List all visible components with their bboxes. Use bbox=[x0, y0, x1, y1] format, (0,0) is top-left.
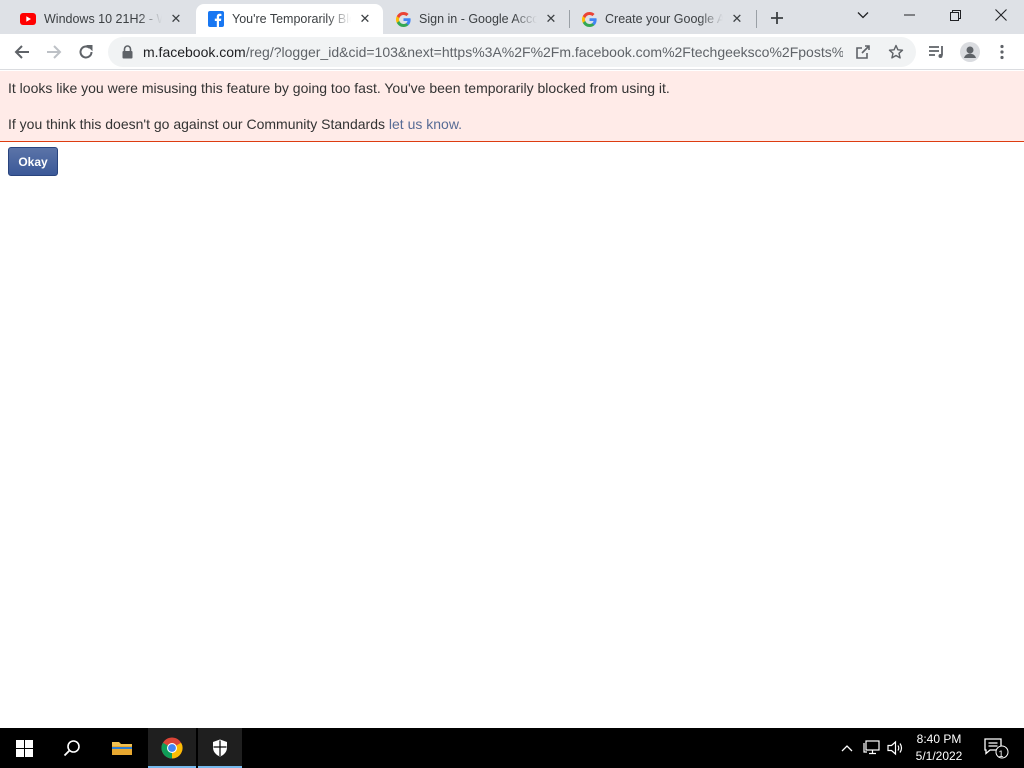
tab-google-signin[interactable]: Sign in - Google Accounts ✕ bbox=[383, 4, 569, 34]
tab-title: Create your Google Account bbox=[605, 12, 723, 26]
restore-icon bbox=[949, 9, 961, 21]
windows-logo-icon bbox=[15, 739, 33, 757]
forward-button[interactable] bbox=[40, 38, 68, 66]
minimize-icon bbox=[903, 14, 915, 16]
new-tab-button[interactable] bbox=[763, 6, 791, 30]
url-text[interactable]: m.facebook.com/reg/?logger_id&cid=103&ne… bbox=[143, 44, 843, 60]
reading-list-button[interactable] bbox=[923, 38, 951, 66]
avatar-icon bbox=[960, 42, 980, 62]
tab-youtube[interactable]: Windows 10 21H2 - What's New ✕ bbox=[8, 4, 194, 34]
reload-button[interactable] bbox=[72, 38, 100, 66]
file-explorer-button[interactable] bbox=[98, 728, 146, 768]
folder-icon bbox=[112, 742, 132, 755]
profile-button[interactable] bbox=[956, 38, 984, 66]
lock-icon[interactable] bbox=[120, 44, 134, 60]
close-tab-icon[interactable]: ✕ bbox=[357, 11, 373, 27]
reading-list-icon bbox=[929, 46, 943, 58]
google-icon bbox=[581, 11, 597, 27]
shield-icon bbox=[213, 739, 227, 757]
community-standards-message: If you think this doesn't go against our… bbox=[8, 115, 1016, 133]
chrome-icon bbox=[161, 737, 183, 759]
network-tray-button[interactable] bbox=[860, 728, 884, 768]
reload-icon bbox=[79, 45, 93, 59]
close-tab-icon[interactable]: ✕ bbox=[729, 11, 745, 27]
community-standards-text: If you think this doesn't go against our… bbox=[8, 116, 389, 132]
tab-title: You're Temporarily Blocked bbox=[232, 12, 351, 26]
tab-title: Windows 10 21H2 - What's New bbox=[44, 12, 162, 26]
plus-icon bbox=[771, 12, 783, 24]
clock-time: 8:40 PM bbox=[916, 732, 962, 746]
chrome-menu-button[interactable] bbox=[988, 38, 1016, 66]
bookmark-star-icon[interactable] bbox=[885, 41, 907, 63]
address-bar[interactable]: m.facebook.com/reg/?logger_id&cid=103&ne… bbox=[108, 37, 916, 67]
network-icon bbox=[863, 740, 880, 755]
tab-facebook-blocked[interactable]: You're Temporarily Blocked ✕ bbox=[196, 4, 383, 34]
tab-separator bbox=[756, 10, 757, 28]
back-button[interactable] bbox=[8, 38, 36, 66]
close-tab-icon[interactable]: ✕ bbox=[168, 11, 184, 27]
tab-search-button[interactable] bbox=[840, 0, 886, 30]
notification-count-badge: 1 bbox=[998, 749, 1004, 759]
taskbar-clock[interactable]: 8:40 PM 5/1/2022 bbox=[910, 731, 968, 765]
security-app-button[interactable] bbox=[198, 728, 242, 768]
blocked-message: It looks like you were misusing this fea… bbox=[8, 80, 670, 96]
youtube-icon bbox=[20, 11, 36, 27]
volume-tray-button[interactable] bbox=[884, 728, 908, 768]
start-button[interactable] bbox=[0, 728, 48, 768]
tab-title: Sign in - Google Accounts bbox=[419, 12, 537, 26]
google-icon bbox=[395, 11, 411, 27]
close-tab-icon[interactable]: ✕ bbox=[543, 11, 559, 27]
chevron-down-icon bbox=[857, 12, 869, 19]
chevron-up-icon bbox=[841, 745, 853, 752]
close-icon bbox=[995, 9, 1007, 21]
arrow-left-icon bbox=[14, 45, 29, 59]
facebook-icon bbox=[208, 11, 224, 27]
tab-strip: Windows 10 21H2 - What's New ✕ You're Te… bbox=[0, 0, 1024, 34]
blocked-warning-banner: It looks like you were misusing this fea… bbox=[0, 71, 1024, 142]
windows-taskbar: 8:40 PM 5/1/2022 1 bbox=[0, 728, 1024, 768]
share-icon[interactable] bbox=[852, 41, 874, 63]
action-center-button[interactable]: 1 bbox=[976, 728, 1016, 768]
arrow-right-icon bbox=[47, 45, 62, 59]
url-path: /reg/?logger_id&cid=103&next=https%3A%2F… bbox=[245, 44, 843, 60]
restore-button[interactable] bbox=[932, 0, 978, 30]
browser-toolbar: m.facebook.com/reg/?logger_id&cid=103&ne… bbox=[0, 34, 1024, 70]
chrome-taskbar-button[interactable] bbox=[148, 728, 196, 768]
minimize-button[interactable] bbox=[886, 0, 932, 30]
more-vertical-icon bbox=[1000, 44, 1004, 60]
taskbar-search-button[interactable] bbox=[48, 728, 96, 768]
let-us-know-link[interactable]: let us know. bbox=[389, 116, 462, 132]
speaker-icon bbox=[887, 740, 903, 756]
show-hidden-icons-button[interactable] bbox=[836, 728, 858, 768]
search-icon bbox=[63, 740, 80, 757]
close-window-button[interactable] bbox=[978, 0, 1024, 30]
url-host: m.facebook.com bbox=[143, 44, 246, 60]
okay-button[interactable]: Okay bbox=[8, 147, 58, 176]
tab-google-create-account[interactable]: Create your Google Account ✕ bbox=[569, 4, 755, 34]
clock-date: 5/1/2022 bbox=[915, 749, 963, 763]
